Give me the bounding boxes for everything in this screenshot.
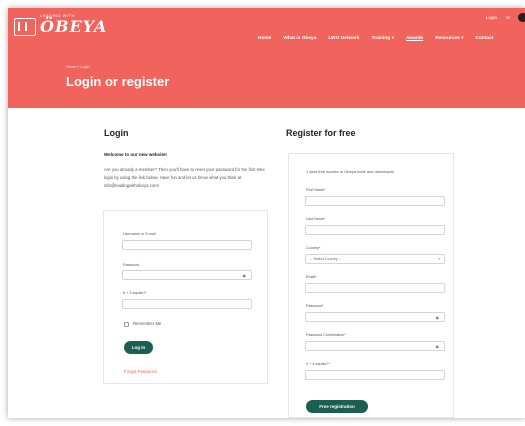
eye-icon[interactable]: ◉ [436,315,440,320]
register-form: 1 year free access to Obeya tools and do… [288,153,454,418]
password-confirmation-label: Password Confirmation* [306,333,346,337]
eye-icon[interactable]: ◉ [243,273,247,278]
email-input[interactable] [305,283,445,293]
main-nav: Home What is Obeya LWO Network Training … [258,36,493,41]
nav-item-what-is-obeya[interactable]: What is Obeya [283,36,316,41]
nav-item-home[interactable]: Home [258,36,271,41]
login-intro-text: Are you already a member? Then you'll ha… [104,167,265,188]
register-captcha-input[interactable] [305,370,445,380]
register-password-input[interactable]: ◉ [305,312,445,322]
breadcrumb[interactable]: Home » Login [66,65,90,69]
email-label: Email* [306,275,317,279]
remember-me-checkbox[interactable] [124,322,129,327]
last-name-label: Last Name* [306,217,326,221]
logo-text: LEADING WITH ÖBEYA [40,13,108,37]
welcome-text: Welcome to our new website! [104,152,167,157]
logo-icon [14,18,36,36]
country-select-value: -- Select Country -- [310,257,342,261]
chevron-down-icon: ▾ [438,257,440,261]
remember-me-label: Remember Me [133,321,162,326]
profile-icon[interactable] [518,13,525,22]
country-select[interactable]: -- Select Country -- ▾ [305,254,445,264]
password-label: Password [123,263,140,267]
login-heading: Login [104,128,129,138]
logo-name: ÖBEYA [40,17,108,36]
password-confirmation-input[interactable]: ◉ [305,341,445,351]
register-heading: Register for free [286,128,356,138]
nav-item-resources[interactable]: Resources ▾ [435,36,463,41]
username-label: Username or E-mail [123,232,156,236]
register-captcha-label: 9 + 4 equals?* [306,362,330,366]
site-logo[interactable]: LEADING WITH ÖBEYA [14,13,108,40]
country-label: Country* [306,246,321,250]
eye-icon[interactable]: ◉ [436,344,440,349]
captcha-input[interactable] [122,299,252,309]
password-input[interactable]: ◉ [122,270,252,280]
login-form: Username or E-mail Password ◉ 8 + 3 equa… [103,210,268,384]
nav-item-training[interactable]: Training ▾ [372,36,394,41]
nav-item-lwo-network[interactable]: LWO Network [328,36,359,41]
login-button[interactable]: Log In [124,341,153,354]
username-input[interactable] [122,240,252,250]
register-password-label: Password* [306,304,324,308]
utility-login-link[interactable]: Login [486,15,497,20]
hero-banner: LEADING WITH ÖBEYA Login nl Home What is… [8,8,525,108]
captcha-label: 8 + 3 equals?* [123,291,147,295]
browser-frame: LEADING WITH ÖBEYA Login nl Home What is… [8,8,525,418]
nav-item-awards[interactable]: Awards [406,36,423,41]
language-switch[interactable]: nl [506,15,510,20]
register-intro-text: 1 year free access to Obeya tools and do… [306,169,395,174]
utility-bar: Login nl [486,15,510,20]
nav-item-contact[interactable]: Contact [476,36,494,41]
forgot-password-link[interactable]: Forgot Password [124,369,156,374]
free-registration-button[interactable]: Free registration [306,400,368,413]
page-title: Login or register [66,74,170,89]
logo-tagline: LEADING WITH [40,13,75,18]
last-name-input[interactable] [305,225,445,235]
first-name-input[interactable] [305,196,445,206]
first-name-label: First Name* [306,188,326,192]
